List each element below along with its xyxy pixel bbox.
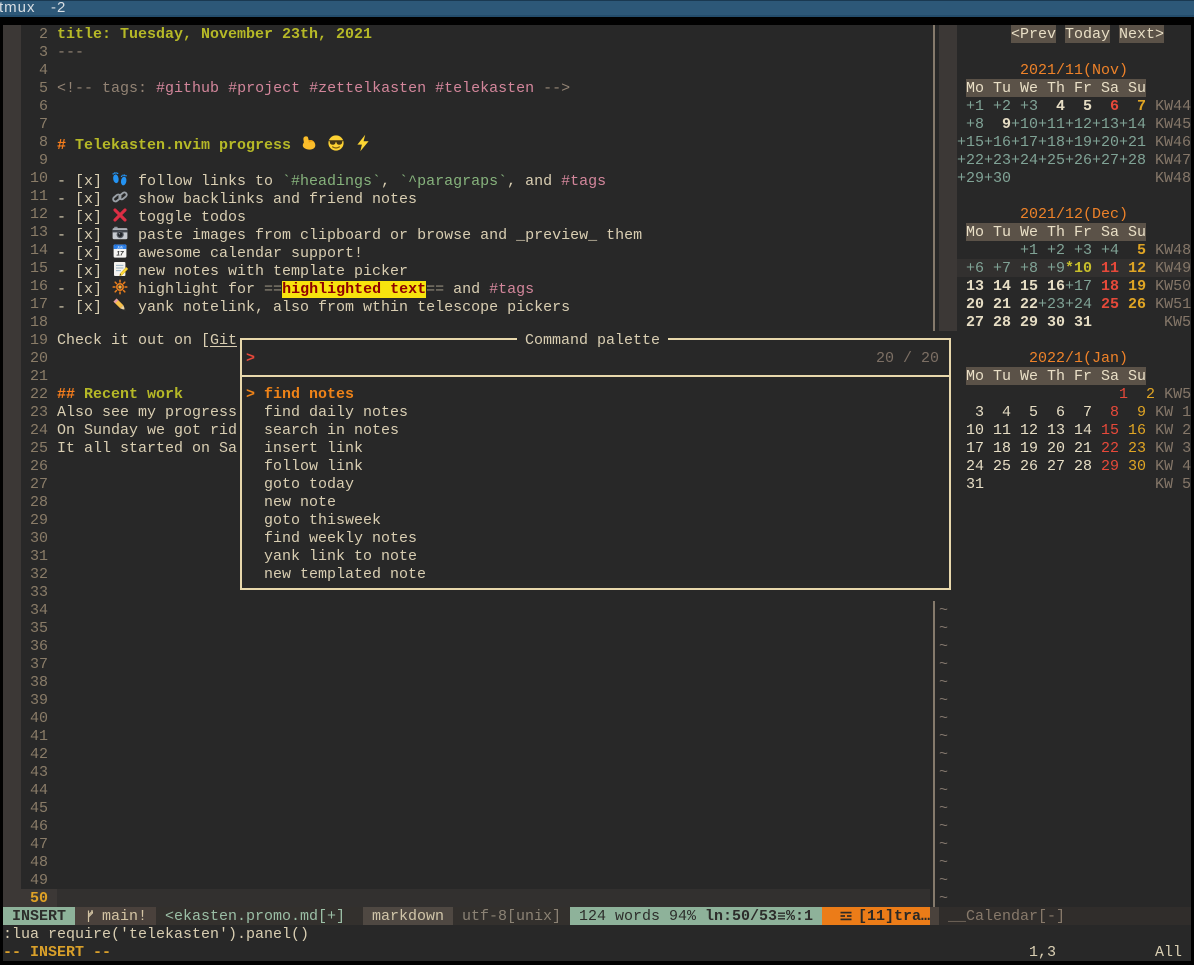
svg-text:July: July <box>116 245 123 249</box>
svg-text:17: 17 <box>116 251 124 258</box>
